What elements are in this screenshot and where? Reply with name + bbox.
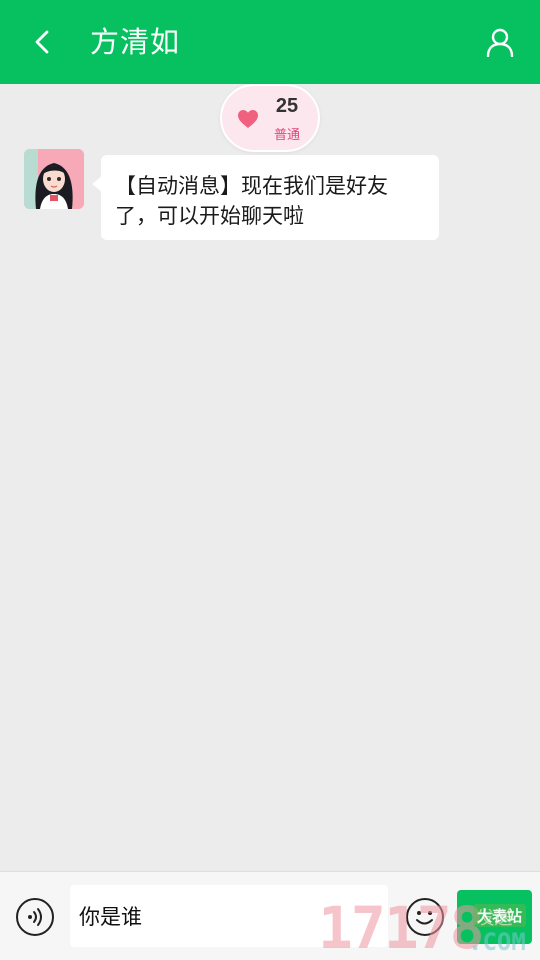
chevron-left-icon	[35, 30, 49, 54]
message-bubble: 【自动消息】现在我们是好友了，可以开始聊天啦	[92, 155, 439, 240]
avatar-image	[24, 149, 84, 209]
emoji-icon	[416, 911, 433, 925]
emoji-button[interactable]	[406, 898, 444, 936]
voice-button[interactable]	[16, 898, 54, 936]
back-button[interactable]	[22, 22, 62, 62]
contact-avatar[interactable]	[24, 149, 84, 209]
heart-icon	[238, 110, 258, 128]
affinity-level: 普通	[273, 128, 300, 143]
user-icon	[486, 28, 514, 57]
chat-title: 方清如	[90, 25, 181, 59]
profile-button[interactable]	[480, 22, 520, 62]
input-bar: 发送	[0, 871, 540, 960]
voice-icon	[28, 908, 42, 926]
affinity-badge[interactable]: 25 普通	[220, 84, 320, 152]
message-input[interactable]	[70, 885, 388, 947]
affinity-score: 25	[275, 95, 299, 117]
send-button[interactable]: 发送	[457, 890, 532, 944]
chat-header: 方清如	[0, 0, 540, 84]
